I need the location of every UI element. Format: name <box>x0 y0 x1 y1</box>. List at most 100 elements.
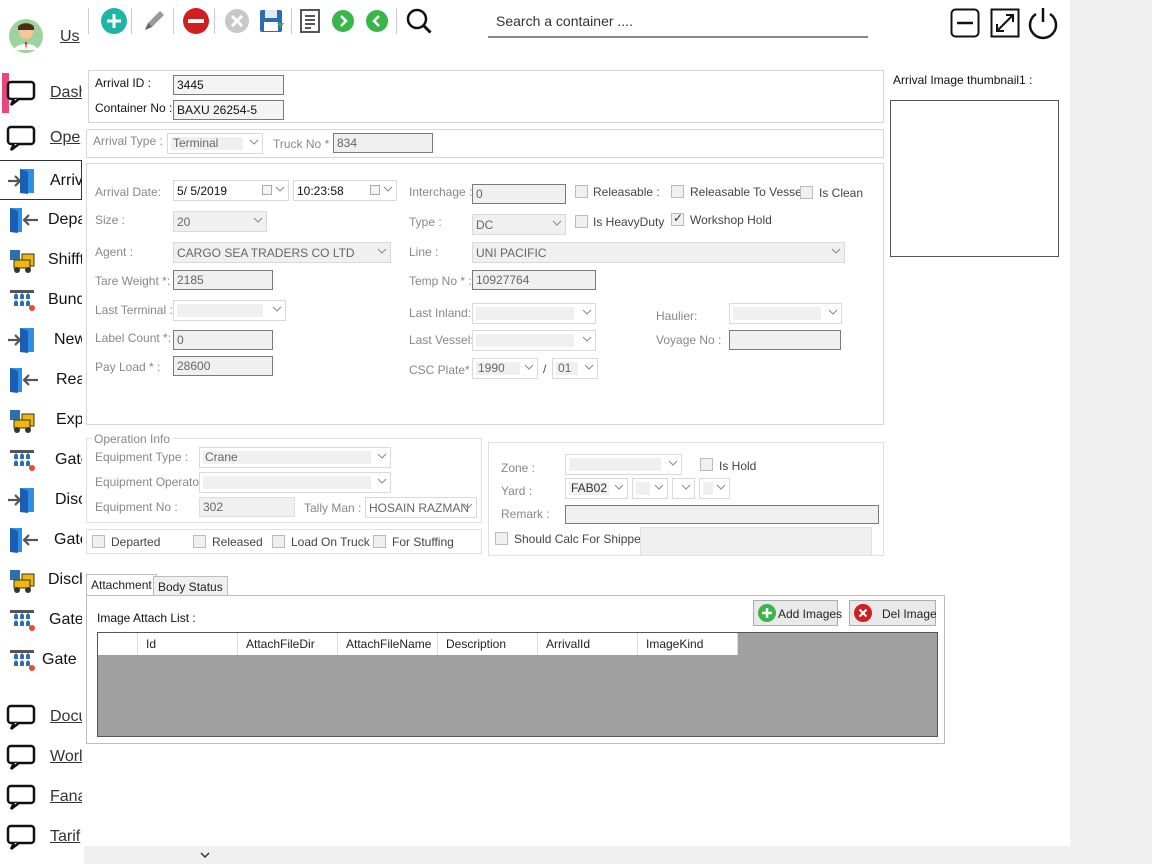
sidebar-item-workflow[interactable]: Worl <box>0 737 82 777</box>
tab-body-status[interactable]: Body Status <box>153 576 228 596</box>
arrival-date-picker[interactable]: 5/ 5/2019 <box>173 180 289 201</box>
yard-tier-select[interactable] <box>699 478 730 499</box>
tare-weight-field[interactable]: 2185 <box>173 270 273 290</box>
haulier-select[interactable] <box>729 303 842 324</box>
grid-column-header[interactable]: AttachFileDir <box>238 633 338 655</box>
grid-column-header[interactable]: ArrivalId <box>538 633 638 655</box>
delete-icon[interactable] <box>181 6 211 36</box>
size-select[interactable]: 20 <box>173 211 267 232</box>
csc-plate-year-select[interactable]: 1990 <box>472 358 538 379</box>
arrival-image-thumbnail[interactable] <box>890 100 1059 257</box>
arrival-header-panel: Arrival ID : 3445 Container No : BAXU 26… <box>88 70 884 123</box>
released-checkbox[interactable] <box>193 535 206 548</box>
edit-icon[interactable] <box>139 6 169 36</box>
equipment-operator-select[interactable] <box>199 472 391 493</box>
workshop-hold-label: Workshop Hold <box>690 213 772 227</box>
search-container-box[interactable]: Search a container .... <box>488 8 868 38</box>
equipment-no-field[interactable]: 302 <box>199 497 295 517</box>
yard-bay-select[interactable] <box>672 478 695 499</box>
search-input-placeholder[interactable]: Search a container .... <box>496 13 633 29</box>
yard-row-select[interactable] <box>632 478 668 499</box>
sidebar-item-tariff[interactable]: Tarif <box>0 817 82 857</box>
label-count-field[interactable]: 0 <box>173 330 273 350</box>
bundle-icon <box>6 446 40 474</box>
truck-no-field[interactable]: 834 <box>333 133 433 153</box>
type-select[interactable]: DC <box>472 214 566 235</box>
previous-icon[interactable] <box>362 6 392 36</box>
arrival-time-picker[interactable]: 10:23:58 <box>293 180 397 201</box>
fullscreen-icon[interactable] <box>990 8 1020 38</box>
search-icon[interactable] <box>404 6 434 36</box>
sidebar-item-gate-3[interactable]: Gate <box>0 600 82 640</box>
add-images-button[interactable]: Add Images <box>753 600 842 626</box>
attachment-grid[interactable]: Id AttachFileDir AttachFileName Description… <box>97 632 938 737</box>
cancel-icon[interactable] <box>222 6 252 36</box>
chevron-down-icon <box>249 139 259 145</box>
last-inland-select[interactable] <box>472 303 596 324</box>
sidebar-item-label: Fana <box>50 788 82 805</box>
load-on-truck-checkbox[interactable] <box>272 535 285 548</box>
sidebar-item-reassign[interactable]: Rea <box>0 360 82 400</box>
sidebar-item-discharge[interactable]: Disc <box>0 480 82 520</box>
sidebar-item-dashboard[interactable]: Dash <box>0 73 82 113</box>
horizontal-scrollbar[interactable] <box>84 846 1070 864</box>
voyage-no-field[interactable] <box>729 330 841 350</box>
tally-man-select[interactable]: HOSAIN RAZMAN <box>365 497 477 518</box>
last-vessel-select[interactable] <box>472 330 596 351</box>
temp-no-field[interactable]: 10927764 <box>472 270 596 290</box>
releasable-to-vessel-checkbox[interactable] <box>671 185 684 198</box>
sidebar-item-shifting[interactable]: Shifft <box>0 240 82 280</box>
is-heavy-duty-checkbox[interactable] <box>575 215 588 228</box>
is-hold-checkbox[interactable] <box>700 458 713 471</box>
power-icon[interactable] <box>1026 5 1060 41</box>
save-icon[interactable] <box>257 6 287 36</box>
sidebar-item-gate-c[interactable]: Gate C <box>0 640 82 680</box>
sidebar-item-fanavari[interactable]: Fana <box>0 777 82 817</box>
agent-select[interactable]: CARGO SEA TRADERS CO LTD <box>173 242 391 263</box>
should-calc-checkbox[interactable] <box>495 532 508 545</box>
arrival-id-field[interactable]: 3445 <box>173 75 284 95</box>
add-icon[interactable] <box>99 6 129 36</box>
should-calc-field[interactable] <box>640 527 872 556</box>
equipment-type-select[interactable]: Crane <box>199 447 391 468</box>
grid-column-header[interactable]: Id <box>138 633 238 655</box>
is-clean-checkbox[interactable] <box>800 186 813 199</box>
chevron-down-icon[interactable] <box>200 850 210 860</box>
zone-select[interactable] <box>565 454 682 475</box>
user-profile[interactable]: Us <box>0 16 82 56</box>
chat-icon <box>6 79 40 107</box>
yard-select[interactable]: FAB02 <box>565 478 628 499</box>
workshop-hold-checkbox[interactable] <box>671 211 684 226</box>
grid-column-header[interactable]: Description <box>438 633 538 655</box>
sidebar-item-gate-1[interactable]: Gate <box>0 440 82 480</box>
interchange-field[interactable]: 0 <box>472 184 566 204</box>
container-no-field[interactable]: BAXU 26254-5 <box>173 100 284 120</box>
sidebar-item-gate-2[interactable]: Gate <box>0 520 82 560</box>
grid-column-header[interactable]: AttachFileName <box>338 633 438 655</box>
remark-field[interactable] <box>565 505 879 524</box>
line-select[interactable]: UNI PACIFIC <box>472 242 845 263</box>
sidebar-item-operation[interactable]: Ope <box>0 118 82 158</box>
sidebar-item-departure[interactable]: Depa <box>0 200 82 240</box>
sidebar-item-arrival[interactable]: Arriva <box>0 160 82 200</box>
sidebar-item-bundle[interactable]: Bund <box>0 280 82 320</box>
next-icon[interactable] <box>328 6 358 36</box>
arrival-type-select[interactable]: Terminal <box>167 133 263 154</box>
pay-load-field[interactable]: 28600 <box>173 356 273 376</box>
tab-attachment[interactable]: Attachment <box>86 574 157 596</box>
for-stuffing-checkbox[interactable] <box>373 535 386 548</box>
sidebar-item-documents[interactable]: Docu <box>0 697 82 737</box>
chevron-down-icon <box>716 484 726 490</box>
departed-checkbox[interactable] <box>92 535 105 548</box>
del-image-button[interactable]: Del Image <box>849 600 937 626</box>
report-icon[interactable] <box>295 6 325 36</box>
sidebar-item-discharge-2[interactable]: Disch <box>0 560 82 600</box>
minimize-icon[interactable] <box>950 8 980 38</box>
grid-column-header[interactable]: ImageKind <box>638 633 738 655</box>
sidebar-item-export[interactable]: Exp <box>0 400 82 440</box>
user-label[interactable]: Us <box>60 28 80 46</box>
last-terminal-select[interactable] <box>173 300 286 321</box>
csc-plate-month-select[interactable]: 01 <box>552 358 598 379</box>
releasable-checkbox[interactable] <box>575 185 588 198</box>
sidebar-item-new[interactable]: New <box>0 320 82 360</box>
